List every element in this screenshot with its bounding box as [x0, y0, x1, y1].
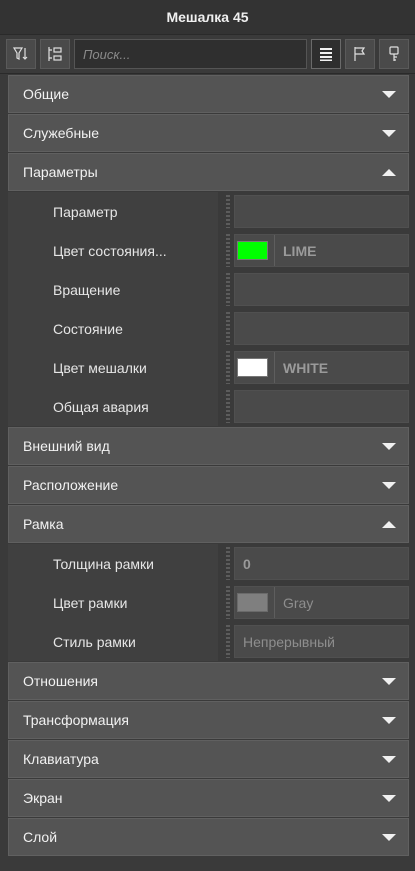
color-value[interactable]: LIME: [234, 234, 409, 267]
property-value[interactable]: [234, 273, 409, 306]
property-name: Цвет мешалки: [8, 348, 218, 387]
style-value: Непрерывный: [243, 633, 335, 650]
section-transform[interactable]: Трансформация: [8, 701, 409, 739]
column-splitter[interactable]: [226, 312, 230, 345]
flag-icon: [354, 47, 366, 61]
chevron-down-icon: [382, 755, 396, 763]
panel-title: Мешалка 45: [0, 0, 415, 35]
property-value[interactable]: [234, 390, 409, 423]
property-name: Состояние: [8, 309, 218, 348]
params-rows: Параметр Цвет состояния... LIME Вращение…: [8, 192, 409, 426]
chevron-down-icon: [382, 716, 396, 724]
column-splitter[interactable]: [226, 390, 230, 423]
section-label: Трансформация: [23, 712, 129, 728]
section-label: Внешний вид: [23, 438, 110, 454]
color-name: LIME: [283, 242, 317, 259]
property-row-param: Параметр: [8, 192, 409, 231]
section-appearance[interactable]: Внешний вид: [8, 427, 409, 465]
color-name: WHITE: [283, 359, 329, 376]
chevron-down-icon: [382, 481, 396, 489]
color-value[interactable]: WHITE: [234, 351, 409, 384]
divider: [274, 352, 275, 383]
section-frame[interactable]: Рамка: [8, 505, 409, 543]
expand-tree-button[interactable]: [40, 39, 70, 69]
list-view-button[interactable]: [311, 39, 341, 69]
thickness-value: 0: [243, 555, 251, 572]
property-name: Параметр: [8, 192, 218, 231]
chevron-up-icon: [382, 168, 396, 176]
section-relations[interactable]: Отношения: [8, 662, 409, 700]
section-screen[interactable]: Экран: [8, 779, 409, 817]
key-button[interactable]: [379, 39, 409, 69]
property-value[interactable]: 0: [234, 547, 409, 580]
chevron-down-icon: [382, 90, 396, 98]
section-label: Экран: [23, 790, 63, 806]
section-label: Общие: [23, 86, 70, 102]
sort-filter-icon: [12, 47, 28, 60]
property-row-rotation: Вращение: [8, 270, 409, 309]
section-label: Параметры: [23, 164, 98, 180]
section-label: Расположение: [23, 477, 119, 493]
frame-rows: Толщина рамки 0 Цвет рамки Gray Стиль ра…: [8, 544, 409, 661]
expand-tree-icon: [48, 47, 62, 61]
property-value[interactable]: Непрерывный: [234, 625, 409, 658]
chevron-down-icon: [382, 442, 396, 450]
property-row-frame-thickness: Толщина рамки 0: [8, 544, 409, 583]
section-layer[interactable]: Слой: [8, 818, 409, 856]
toolbar: [0, 35, 415, 74]
column-splitter[interactable]: [226, 625, 230, 658]
section-general[interactable]: Общие: [8, 75, 409, 113]
property-name: Общая авария: [8, 387, 218, 426]
chevron-up-icon: [382, 520, 396, 528]
column-splitter[interactable]: [226, 586, 230, 619]
chevron-down-icon: [382, 833, 396, 841]
divider: [274, 587, 275, 618]
property-value[interactable]: [234, 312, 409, 345]
column-splitter[interactable]: [226, 547, 230, 580]
section-label: Клавиатура: [23, 751, 99, 767]
key-icon: [389, 46, 399, 61]
property-row-state-color: Цвет состояния... LIME: [8, 231, 409, 270]
chevron-down-icon: [382, 794, 396, 802]
section-label: Отношения: [23, 673, 98, 689]
list-icon: [320, 48, 332, 61]
property-name: Стиль рамки: [8, 622, 218, 661]
property-row-alarm: Общая авария: [8, 387, 409, 426]
property-row-frame-style: Стиль рамки Непрерывный: [8, 622, 409, 661]
color-swatch[interactable]: [237, 593, 268, 612]
properties-panel: Мешалка 45 Поиск... Общие Служебные Пара…: [0, 0, 415, 871]
property-value[interactable]: [234, 195, 409, 228]
property-row-state: Состояние: [8, 309, 409, 348]
column-splitter[interactable]: [226, 234, 230, 267]
color-swatch[interactable]: [237, 358, 268, 377]
section-params[interactable]: Параметры: [8, 153, 409, 191]
chevron-down-icon: [382, 129, 396, 137]
column-splitter[interactable]: [226, 351, 230, 384]
color-name: Gray: [283, 594, 314, 611]
search-input[interactable]: [74, 39, 307, 69]
section-keyboard[interactable]: Клавиатура: [8, 740, 409, 778]
property-name: Толщина рамки: [8, 544, 218, 583]
color-value[interactable]: Gray: [234, 586, 409, 619]
divider: [274, 235, 275, 266]
flag-button[interactable]: [345, 39, 375, 69]
sort-filter-button[interactable]: [6, 39, 36, 69]
property-name: Цвет состояния...: [8, 231, 218, 270]
section-label: Слой: [23, 829, 58, 845]
chevron-down-icon: [382, 677, 396, 685]
section-service[interactable]: Служебные: [8, 114, 409, 152]
color-swatch[interactable]: [237, 241, 268, 260]
column-splitter[interactable]: [226, 273, 230, 306]
property-name: Вращение: [8, 270, 218, 309]
property-row-mixer-color: Цвет мешалки WHITE: [8, 348, 409, 387]
property-row-frame-color: Цвет рамки Gray: [8, 583, 409, 622]
section-layout[interactable]: Расположение: [8, 466, 409, 504]
section-label: Рамка: [23, 516, 64, 532]
column-splitter[interactable]: [226, 195, 230, 228]
property-name: Цвет рамки: [8, 583, 218, 622]
section-label: Служебные: [23, 125, 100, 141]
